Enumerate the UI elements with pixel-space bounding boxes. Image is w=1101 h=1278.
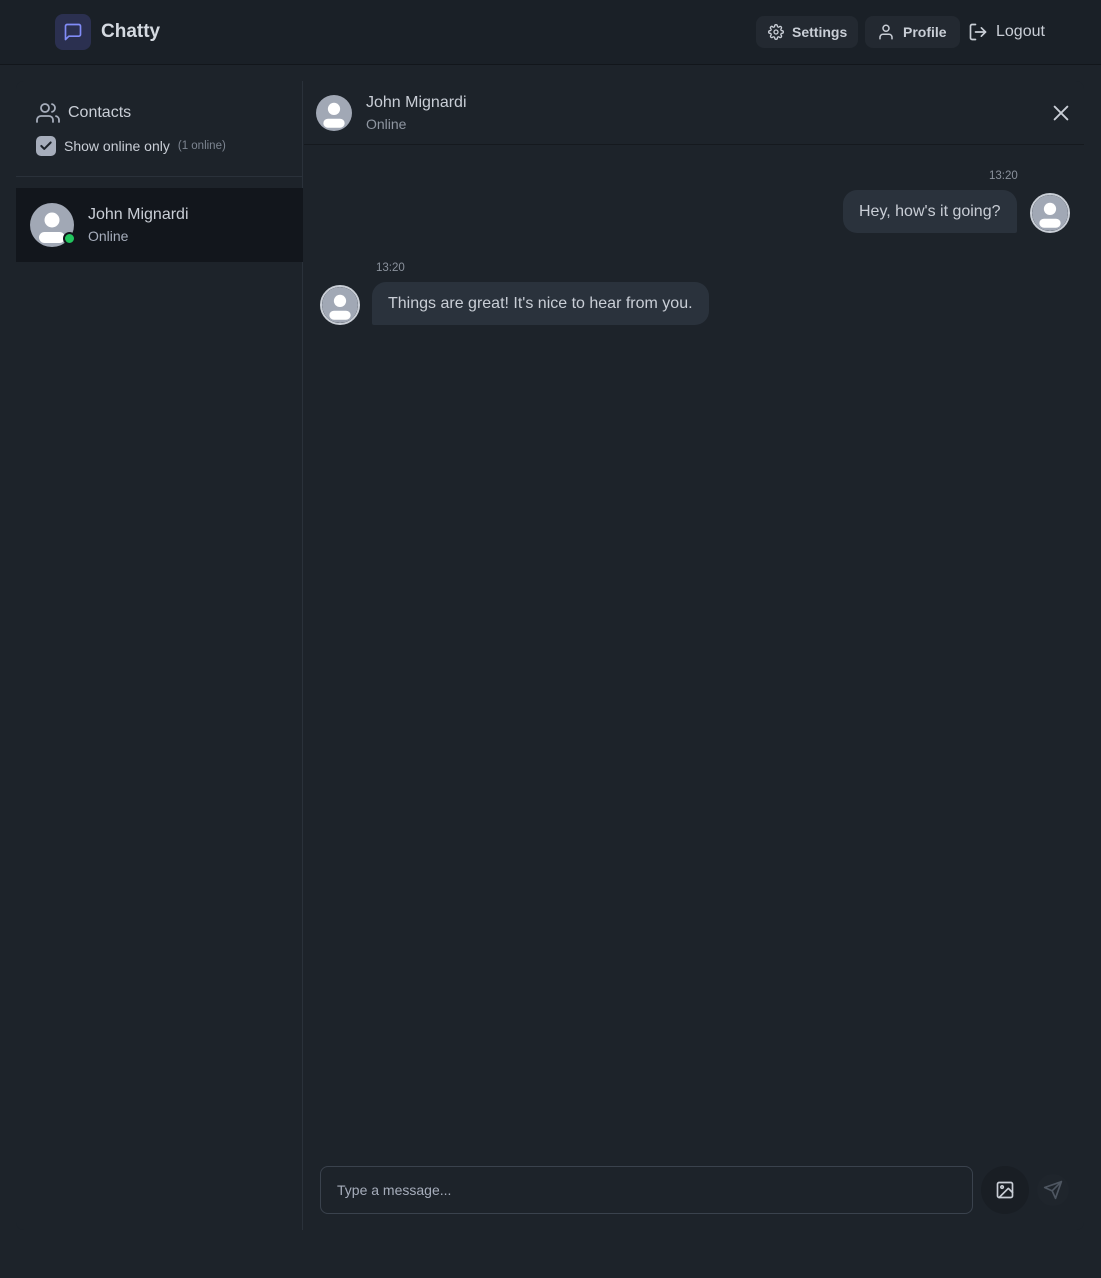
- gear-icon: [768, 24, 784, 40]
- online-indicator: [63, 232, 76, 245]
- contact-name: John Mignardi: [88, 206, 189, 223]
- chat-contact-name: John Mignardi: [366, 93, 467, 111]
- show-online-only-checkbox[interactable]: [36, 136, 56, 156]
- users-icon: [36, 101, 60, 125]
- show-online-only-toggle[interactable]: Show online only (1 online): [36, 136, 226, 156]
- avatar: [1030, 193, 1070, 233]
- send-icon: [1043, 1180, 1063, 1200]
- contact-status: Online: [88, 228, 129, 244]
- message-bubble-outgoing: Hey, how's it going?: [843, 190, 1017, 233]
- chat-contact-status: Online: [366, 115, 407, 132]
- profile-button[interactable]: Profile: [865, 16, 960, 48]
- online-count: (1 online): [177, 140, 226, 152]
- contacts-sidebar: Contacts Show online only (1 online) Joh…: [16, 81, 303, 1230]
- message-time: 13:20: [989, 170, 1018, 182]
- chat-header: John Mignardi Online: [304, 81, 1084, 145]
- chat-panel: John Mignardi Online 13:20 Hey, how's it…: [304, 81, 1084, 1230]
- user-icon: [877, 23, 895, 41]
- chat-container: Contacts Show online only (1 online) Joh…: [16, 81, 1084, 1230]
- attach-image-button[interactable]: [981, 1166, 1029, 1214]
- contacts-title: Contacts: [68, 104, 132, 121]
- logout-button[interactable]: Logout: [958, 16, 1058, 48]
- logout-label: Logout: [996, 23, 1045, 40]
- settings-label: Settings: [792, 24, 848, 40]
- logout-icon: [968, 22, 988, 42]
- profile-label: Profile: [903, 24, 947, 40]
- message-time: 13:20: [376, 262, 405, 274]
- message-square-icon: [55, 14, 91, 50]
- app-name: Chatty: [101, 21, 161, 42]
- avatar: [316, 94, 352, 131]
- close-icon: [1050, 102, 1072, 124]
- close-chat-button[interactable]: [1050, 102, 1072, 124]
- brand[interactable]: Chatty: [55, 14, 160, 50]
- avatar: [320, 285, 360, 325]
- message-bubble-incoming: Things are great! It's nice to hear from…: [372, 282, 709, 325]
- send-button[interactable]: [1037, 1174, 1069, 1206]
- contacts-heading: Contacts: [36, 101, 131, 125]
- show-online-only-label: Show online only: [64, 138, 170, 154]
- contact-item[interactable]: John Mignardi Online: [16, 188, 303, 262]
- sidebar-header: Contacts Show online only (1 online): [16, 81, 303, 177]
- settings-button[interactable]: Settings: [756, 16, 858, 48]
- message-input[interactable]: [320, 1166, 973, 1214]
- avatar: [30, 203, 76, 247]
- top-navbar: Chatty Settings Profile Logout: [0, 0, 1101, 65]
- image-icon: [995, 1180, 1015, 1200]
